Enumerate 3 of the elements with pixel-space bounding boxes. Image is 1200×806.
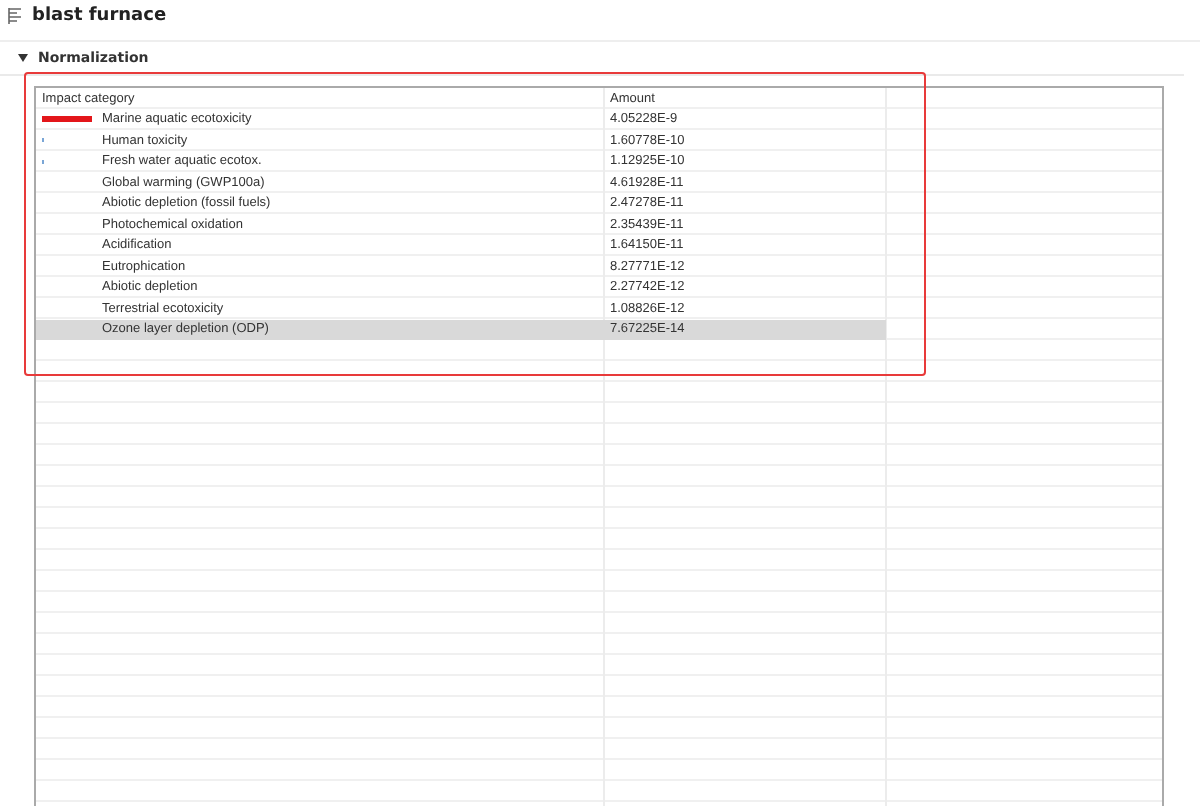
collapse-icon[interactable] (18, 54, 28, 62)
editor-icon (8, 7, 22, 23)
editor-title: blast furnace (32, 5, 167, 25)
